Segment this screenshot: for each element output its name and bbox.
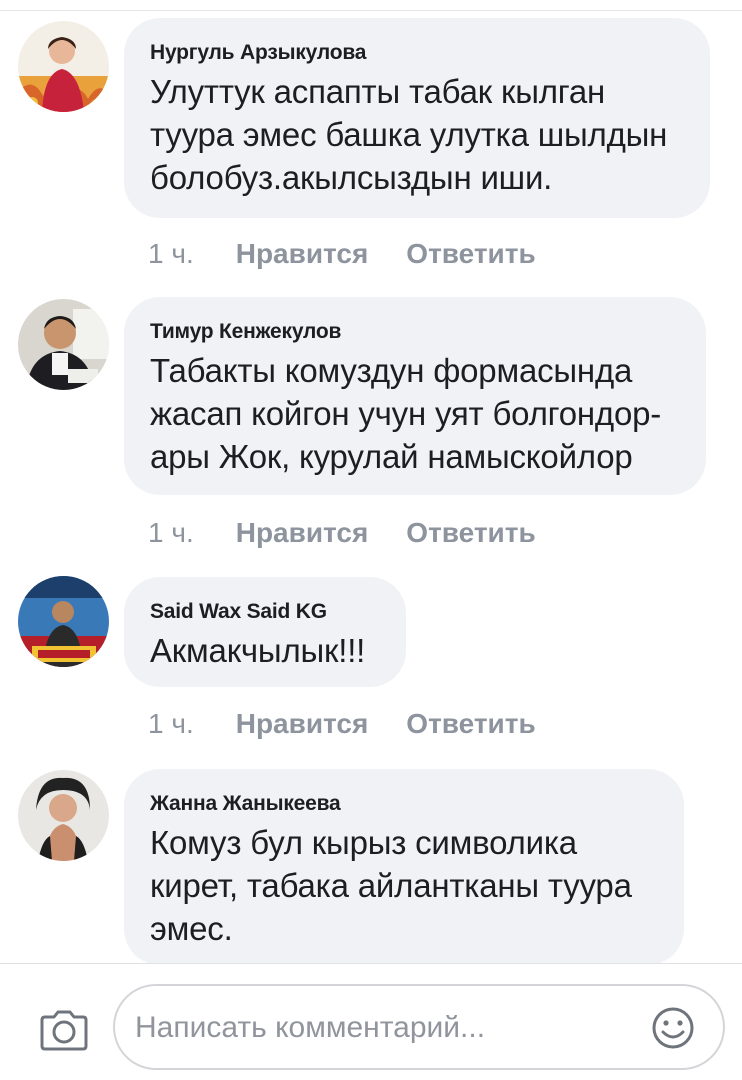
- comment-bubble: Нургуль Арзыкулова Улуттук аспапты табак…: [124, 18, 710, 218]
- comment-text: Табакты комуздун формасында жасап койгон…: [150, 352, 662, 475]
- smiley-icon[interactable]: [651, 1006, 695, 1050]
- comment-time[interactable]: 1 ч.: [148, 708, 194, 740]
- comment-author[interactable]: Тимур Кенжекулов: [150, 319, 678, 345]
- comment-text: Комуз бул кырыз символика кирет, табака …: [150, 824, 632, 947]
- comment-author[interactable]: Жанна Жаныкеева: [150, 791, 656, 817]
- comment-author[interactable]: Said Wax Said KG: [150, 599, 378, 625]
- comment-composer: Написать комментарий...: [0, 963, 742, 1080]
- comment-text: Улуттук аспапты табак кылган туура эмес …: [150, 73, 668, 196]
- comment-actions: 1 ч. Нравится Ответить: [148, 704, 536, 744]
- reply-link[interactable]: Ответить: [406, 238, 535, 270]
- comment-actions: 1 ч. Нравится Ответить: [148, 234, 536, 274]
- avatar[interactable]: [18, 21, 109, 112]
- like-link[interactable]: Нравится: [236, 708, 369, 740]
- reply-link[interactable]: Ответить: [406, 517, 535, 549]
- comment-bubble: Жанна Жаныкеева Комуз бул кырыз символик…: [124, 769, 684, 965]
- comment-time[interactable]: 1 ч.: [148, 238, 194, 270]
- comment-author[interactable]: Нургуль Арзыкулова: [150, 40, 682, 66]
- comment-bubble: Said Wax Said KG Акмакчылык!!!: [124, 577, 406, 687]
- reply-link[interactable]: Ответить: [406, 708, 535, 740]
- top-divider: [0, 10, 742, 11]
- camera-icon[interactable]: [38, 1008, 90, 1052]
- comment-input[interactable]: Написать комментарий...: [113, 984, 725, 1070]
- comment-input-placeholder: Написать комментарий...: [135, 1011, 486, 1044]
- avatar[interactable]: [18, 770, 109, 861]
- avatar[interactable]: [18, 299, 109, 390]
- avatar[interactable]: [18, 576, 109, 667]
- comment-text: Акмакчылык!!!: [150, 632, 366, 669]
- comment-actions: 1 ч. Нравится Ответить: [148, 513, 536, 553]
- like-link[interactable]: Нравится: [236, 517, 369, 549]
- comment-time[interactable]: 1 ч.: [148, 517, 194, 549]
- like-link[interactable]: Нравится: [236, 238, 369, 270]
- comment-bubble: Тимур Кенжекулов Табакты комуздун формас…: [124, 297, 706, 495]
